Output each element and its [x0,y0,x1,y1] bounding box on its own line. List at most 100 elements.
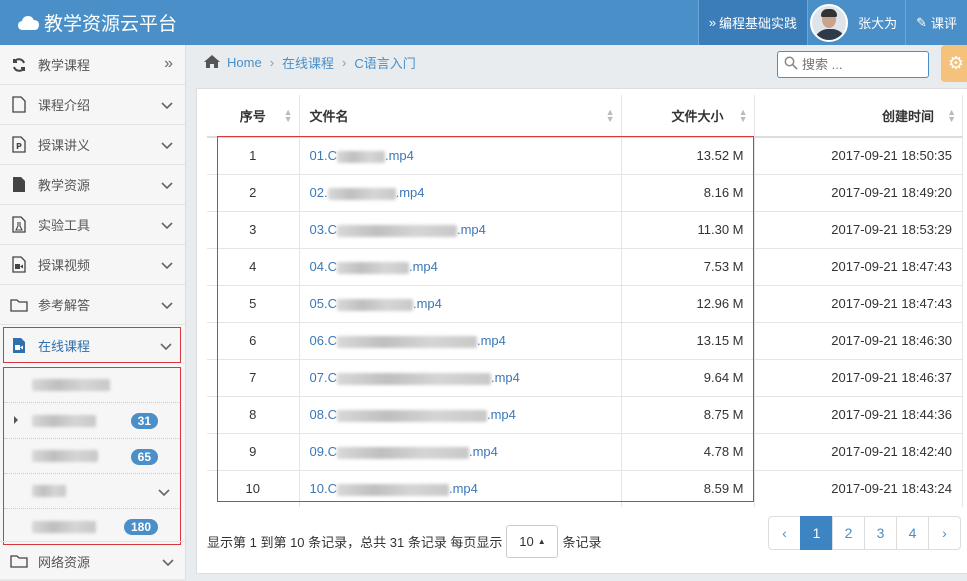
sidebar-item-course-intro[interactable]: 课程介绍 [0,85,185,125]
table-row[interactable]: 1 01.C .mp4 13.52 M 2017-09-21 18:50:35 [207,136,963,174]
table-row[interactable]: 10 10.C .mp4 8.59 M 2017-09-21 18:43:24 [207,469,963,507]
search-input[interactable] [802,57,922,72]
breadcrumb-online-courses[interactable]: 在线课程 [282,53,334,72]
sidebar-item-lab-tools[interactable]: 实验工具 [0,205,185,245]
next-page-button[interactable]: › [928,516,961,550]
column-header-size[interactable]: 文件大小 ▲ ▼ [621,95,755,138]
record-summary: 显示第 1 到第 10 条记录，总共 31 条记录 每页显示 [207,535,503,550]
submenu-item[interactable]: 180 [4,509,180,544]
cell-size: 8.59 M [621,469,755,507]
submenu-item[interactable] [4,474,180,509]
cell-no: 4 [207,247,300,285]
page-button-2[interactable]: 2 [832,516,865,550]
pencil-icon: ✎ [916,14,927,30]
cell-size: 11.30 M [621,210,755,248]
avatar [810,3,849,42]
table-row[interactable]: 9 09.C .mp4 4.78 M 2017-09-21 18:42:40 [207,432,963,470]
table-row[interactable]: 3 03.C .mp4 11.30 M 2017-09-21 18:53:29 [207,210,963,248]
cell-filename[interactable]: 10.C .mp4 [299,469,622,507]
pagination-info: 显示第 1 到第 10 条记录，总共 31 条记录 每页显示 10 ▲ 条记录 [207,525,601,558]
cell-size: 8.16 M [621,173,755,211]
course-link-button[interactable]: » 编程基础实践 [697,0,808,45]
cell-time: 2017-09-21 18:42:40 [754,432,963,470]
cell-no: 8 [207,395,300,433]
submenu-item[interactable]: 65 [4,439,180,474]
flask-icon [10,216,28,234]
cell-time: 2017-09-21 18:43:24 [754,469,963,507]
cell-filename[interactable]: 07.C .mp4 [299,358,622,396]
page-button-3[interactable]: 3 [864,516,897,550]
cell-size: 7.53 M [621,247,755,285]
brand[interactable]: 教学资源云平台 [18,0,177,45]
cell-filename[interactable]: 03.C .mp4 [299,210,622,248]
folder-icon [10,552,28,570]
chevron-down-icon [161,218,173,233]
sidebar-item-label: 授课视频 [38,258,91,273]
table-row[interactable]: 5 05.C .mp4 12.96 M 2017-09-21 18:47:43 [207,284,963,322]
blurred-filename [336,261,409,274]
user-menu[interactable]: 张大为 [807,0,905,45]
document-icon [10,96,28,114]
sidebar-item-teaching-resources[interactable]: 教学资源 [0,165,185,205]
app-title: 教学资源云平台 [44,13,178,35]
settings-button[interactable]: ⚙ [941,45,967,82]
blurred-label [32,485,66,497]
cell-no: 10 [207,469,300,507]
cell-filename[interactable]: 05.C .mp4 [299,284,622,322]
chevron-down-icon [162,555,174,570]
caret-right-icon [14,416,18,424]
column-header-name[interactable]: 文件名 ▲ ▼ [299,95,622,138]
cell-filename[interactable]: 09.C .mp4 [299,432,622,470]
sort-icon: ▲ ▼ [283,107,293,124]
cell-filename[interactable]: 06.C .mp4 [299,321,622,359]
cell-no: 5 [207,284,300,322]
cell-filename[interactable]: 04.C .mp4 [299,247,622,285]
sidebar-item-lecture-notes[interactable]: P 授课讲义 [0,125,185,165]
prev-page-button[interactable]: ‹ [768,516,801,550]
table-row[interactable]: 8 08.C .mp4 8.75 M 2017-09-21 18:44:36 [207,395,963,433]
page-size-select[interactable]: 10 ▲ [506,525,559,558]
sort-icon: ▲ ▼ [738,107,748,124]
sidebar-item-teaching-courses[interactable]: 教学课程 » [0,45,185,85]
sidebar-item-lecture-videos[interactable]: 授课视频 [0,245,185,285]
count-badge: 65 [130,449,158,465]
blurred-filename [336,150,385,163]
cell-no: 7 [207,358,300,396]
cell-size: 12.96 M [621,284,755,322]
blurred-filename [336,483,449,496]
sidebar-item-label: 实验工具 [38,218,91,233]
page-button-4[interactable]: 4 [896,516,929,550]
breadcrumb-home[interactable]: Home [227,55,262,70]
submenu-item[interactable] [4,368,180,403]
home-icon [203,54,221,72]
sidebar-item-label: 教学课程 [38,58,91,73]
table-row[interactable]: 4 04.C .mp4 7.53 M 2017-09-21 18:47:43 [207,247,963,285]
cell-filename[interactable]: 02. .mp4 [299,173,622,211]
table-row[interactable]: 7 07.C .mp4 9.64 M 2017-09-21 18:46:37 [207,358,963,396]
cell-time: 2017-09-21 18:47:43 [754,247,963,285]
sidebar: 教学课程 » 课程介绍 P 授课讲义 教学资源 实验工具 授课视频 参考解答 在… [0,45,186,581]
chevron-down-icon [161,298,173,313]
column-header-time[interactable]: 创建时间 ▲ ▼ [754,95,963,138]
cell-time: 2017-09-21 18:47:43 [754,284,963,322]
evaluation-button[interactable]: ✎ 课评 [905,0,967,45]
cell-filename[interactable]: 08.C .mp4 [299,395,622,433]
sidebar-item-web-resources[interactable]: 网络资源 [0,541,186,581]
submenu-item-selected[interactable]: 31 [4,403,180,439]
user-name: 张大为 [858,16,898,31]
sidebar-item-online-courses[interactable]: 在线课程 [3,327,181,363]
cell-filename[interactable]: 01.C .mp4 [299,136,622,174]
table-row[interactable]: 6 06.C .mp4 13.15 M 2017-09-21 18:46:30 [207,321,963,359]
table-row[interactable]: 2 02. .mp4 8.16 M 2017-09-21 18:49:20 [207,173,963,211]
cell-time: 2017-09-21 18:53:29 [754,210,963,248]
sort-icon: ▲ ▼ [605,107,615,124]
sidebar-item-reference-answers[interactable]: 参考解答 [0,285,185,325]
sidebar-item-label: 参考解答 [38,298,91,313]
page-button-1[interactable]: 1 [800,516,833,550]
file-table-panel: 序号 ▲ ▼ 文件名 ▲ ▼ 文件大小 ▲ ▼ 创建时间 ▲ ▼ 1 01.C .mp4 13.52 … [196,88,967,574]
column-header-no[interactable]: 序号 ▲ ▼ [207,95,300,138]
blurred-filename [327,187,396,200]
count-badge: 31 [130,413,158,429]
search-box[interactable] [777,51,929,78]
cell-no: 9 [207,432,300,470]
